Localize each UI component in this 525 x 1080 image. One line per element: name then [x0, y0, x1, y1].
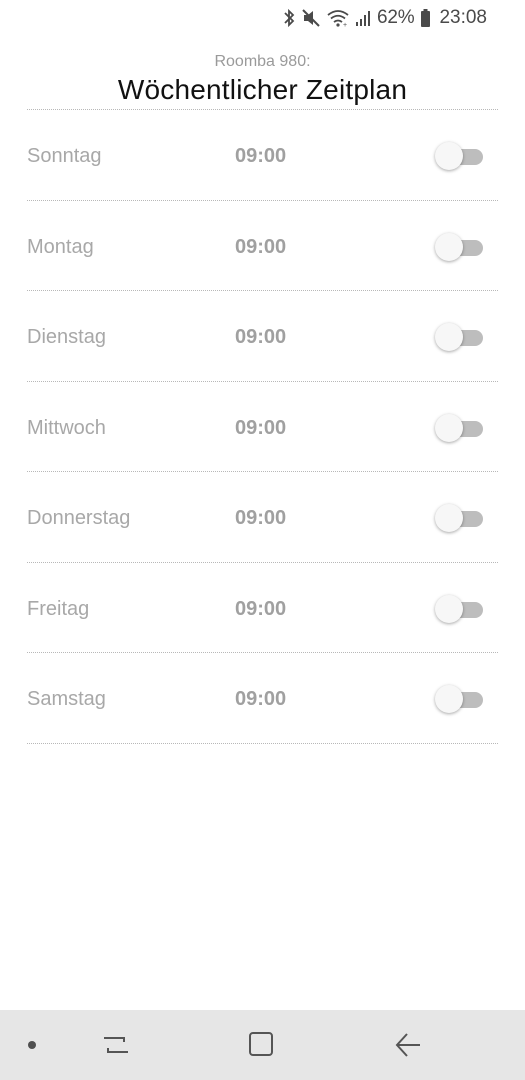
battery-percent: 62% [377, 7, 415, 28]
toggle-thumb [435, 594, 463, 623]
toggle-thumb [435, 413, 463, 442]
status-icons: + 62% 23:08 [283, 6, 487, 30]
schedule-row-donnerstag[interactable]: Donnerstag 09:00 [27, 472, 498, 563]
time-value[interactable]: 09:00 [235, 234, 286, 260]
status-bar: + 62% 23:08 [0, 0, 525, 36]
svg-text:+: + [343, 22, 347, 28]
time-value[interactable]: 09:00 [235, 686, 286, 712]
schedule-row-mittwoch[interactable]: Mittwoch 09:00 [27, 382, 498, 472]
day-label: Sonntag [27, 145, 102, 167]
schedule-toggle-montag[interactable] [435, 232, 483, 261]
schedule-row-samstag[interactable]: Samstag 09:00 [27, 653, 498, 744]
battery-icon [420, 8, 431, 28]
schedule-row-montag[interactable]: Montag 09:00 [27, 201, 498, 291]
schedule-row-freitag[interactable]: Freitag 09:00 [27, 563, 498, 653]
day-label: Dienstag [27, 326, 106, 348]
time-value[interactable]: 09:00 [235, 596, 286, 622]
wifi-icon: + [327, 8, 349, 28]
navigation-bar [0, 1010, 525, 1080]
home-icon [244, 1028, 280, 1062]
schedule-row-sonntag[interactable]: Sonntag 09:00 [27, 110, 498, 201]
toggle-thumb [435, 142, 463, 170]
schedule-toggle-samstag[interactable] [435, 685, 483, 713]
bluetooth-icon [283, 8, 295, 28]
schedule-toggle-freitag[interactable] [435, 594, 483, 623]
back-button[interactable] [390, 1028, 426, 1062]
time-value[interactable]: 09:00 [235, 415, 286, 441]
toggle-thumb [435, 504, 463, 532]
toggle-thumb [435, 232, 463, 261]
mute-icon [301, 8, 321, 28]
day-label: Montag [27, 235, 94, 258]
time-value[interactable]: 09:00 [235, 324, 286, 350]
recent-apps-icon [98, 1028, 134, 1062]
clock: 23:08 [439, 7, 487, 28]
schedule-list: Sonntag 09:00 Montag 09:00 Dienstag 09:0… [27, 110, 498, 744]
signal-icon [355, 9, 371, 27]
schedule-toggle-dienstag[interactable] [435, 323, 483, 351]
recent-apps-button[interactable] [98, 1028, 134, 1062]
device-subtitle: Roomba 980: [214, 53, 311, 70]
schedule-toggle-donnerstag[interactable] [435, 504, 483, 532]
day-label: Samstag [27, 688, 106, 710]
nav-indicator-dot[interactable] [28, 1041, 36, 1049]
time-value[interactable]: 09:00 [235, 505, 286, 531]
toggle-thumb [435, 685, 463, 713]
day-label: Freitag [27, 597, 90, 620]
day-label: Mittwoch [27, 416, 106, 439]
schedule-row-dienstag[interactable]: Dienstag 09:00 [27, 291, 498, 382]
toggle-thumb [435, 323, 463, 351]
day-label: Donnerstag [27, 507, 131, 529]
page-title: Wöchentlicher Zeitplan [117, 74, 408, 105]
time-value[interactable]: 09:00 [235, 143, 286, 169]
back-icon [390, 1028, 426, 1062]
home-button[interactable] [244, 1028, 280, 1062]
page-header: Roomba 980: Wöchentlicher Zeitplan [0, 52, 525, 107]
schedule-toggle-sonntag[interactable] [435, 142, 483, 170]
schedule-toggle-mittwoch[interactable] [435, 413, 483, 442]
